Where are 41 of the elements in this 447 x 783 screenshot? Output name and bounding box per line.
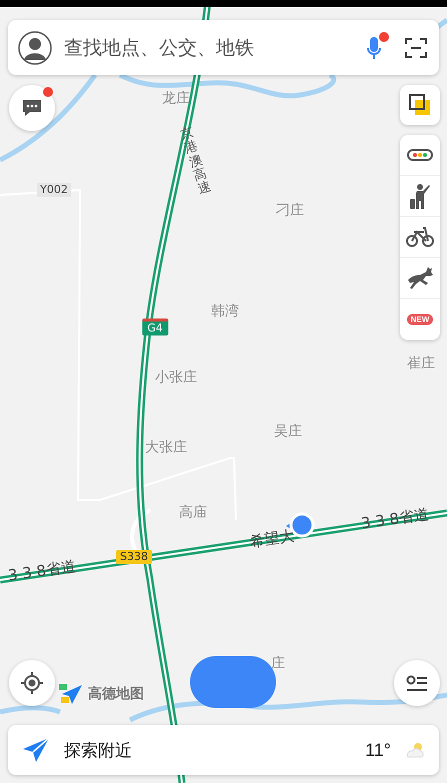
traffic-light-icon	[407, 149, 433, 161]
person-hailing-icon	[409, 183, 431, 209]
road-label: 希望大	[248, 528, 296, 550]
place-label: 庄	[271, 656, 285, 672]
road-label: 3 3 8省道	[7, 558, 77, 584]
place-label: 高庙	[179, 505, 207, 521]
bicycle-icon	[406, 226, 434, 248]
place-label: 崔庄	[407, 356, 435, 372]
search-bar[interactable]: 查找地点、公交、地铁	[8, 20, 439, 75]
crosshair-icon	[20, 671, 44, 695]
road-shield: Y002	[37, 182, 71, 198]
locate-button[interactable]	[9, 660, 55, 706]
new-feature-button[interactable]: NEW	[400, 299, 440, 340]
place-label: 吴庄	[274, 424, 302, 440]
place-label: 刁庄	[276, 203, 304, 219]
layers-icon	[409, 94, 431, 116]
avatar-icon[interactable]	[18, 30, 52, 64]
layers-button[interactable]	[400, 85, 440, 125]
place-label: 小张庄	[155, 370, 197, 386]
pin-list-icon	[406, 674, 428, 692]
message-button[interactable]	[9, 85, 55, 131]
highway-label: 京港澳高速	[178, 126, 214, 198]
temperature: 11°	[365, 740, 391, 760]
map-logo: 高德地图	[88, 685, 144, 703]
partly-cloudy-icon	[405, 742, 425, 758]
road-shield: S338	[116, 550, 152, 564]
explore-nearby-label: 探索附近	[64, 740, 133, 762]
list-button[interactable]	[394, 660, 440, 706]
explore-nearby-bar[interactable]: 探索附近 11°	[8, 725, 439, 775]
place-label: 韩湾	[211, 304, 239, 320]
paper-plane-icon	[22, 737, 50, 763]
road-shield: G4	[142, 318, 168, 336]
road-label: 3 3 8省道	[360, 506, 430, 532]
new-tag: NEW	[406, 314, 434, 325]
scan-icon[interactable]	[405, 36, 427, 58]
paper-plane-logo-icon	[58, 683, 84, 705]
microphone-icon[interactable]	[367, 36, 381, 60]
chat-bubble-icon	[22, 99, 42, 117]
place-label: 龙庄	[162, 91, 190, 107]
place-label: 大张庄	[145, 440, 187, 456]
search-field[interactable]: 查找地点、公交、地铁	[62, 36, 357, 60]
